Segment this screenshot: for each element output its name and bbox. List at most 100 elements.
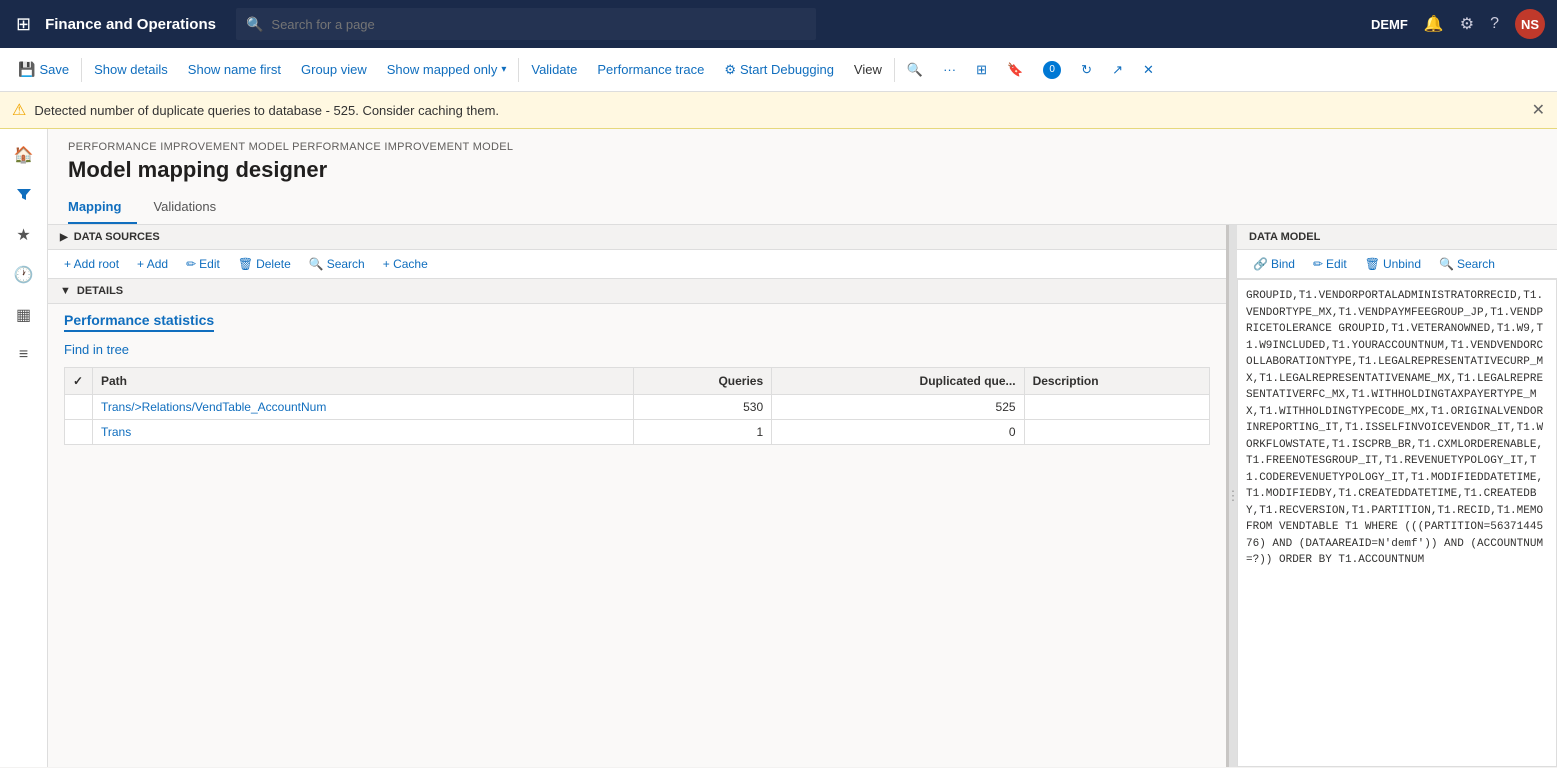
row-duplicated-2: 0 — [772, 420, 1024, 445]
global-search-input[interactable] — [271, 17, 806, 32]
show-name-first-button[interactable]: Show name first — [178, 58, 291, 81]
open-new-button[interactable]: ↗ — [1102, 58, 1133, 82]
edit-button[interactable]: ✏ Edit — [178, 254, 228, 274]
bookmark-button[interactable]: 🔖 — [997, 58, 1033, 82]
more-options-button[interactable]: ··· — [933, 58, 966, 81]
tab-mapping[interactable]: Mapping — [68, 191, 137, 224]
search-toolbar-button[interactable]: 🔍 — [897, 58, 933, 82]
data-model-toolbar: 🔗 Bind ✏ Edit 🗑 Unbind 🔍 Search — [1237, 250, 1557, 279]
search-dm-button[interactable]: 🔍 Search — [1431, 254, 1503, 274]
more-options-icon: ··· — [943, 62, 956, 77]
badge-button[interactable]: 0 — [1033, 57, 1071, 83]
tab-validations[interactable]: Validations — [153, 191, 232, 224]
row-check-2[interactable] — [65, 420, 93, 445]
toolbar-separator — [81, 58, 82, 82]
row-path-2[interactable]: Trans — [93, 420, 634, 445]
details-header[interactable]: ▼ DETAILS — [48, 279, 1226, 304]
search-ds-button[interactable]: 🔍 Search — [301, 254, 373, 274]
view-button[interactable]: View — [844, 58, 892, 81]
show-details-button[interactable]: Show details — [84, 58, 178, 81]
sidebar-item-home[interactable]: 🏠 — [6, 137, 42, 173]
row-path-1[interactable]: Trans/>Relations/VendTable_AccountNum — [93, 395, 634, 420]
global-search-bar[interactable]: 🔍 — [236, 8, 816, 40]
performance-table: ✓ Path Queries Duplicated que... Descrip… — [64, 367, 1210, 445]
environment-label: DEMF — [1371, 17, 1408, 32]
split-pane: ▶ DATA SOURCES + Add root + Add ✏ Edit 🗑… — [48, 225, 1557, 767]
settings-icon[interactable]: ⚙ — [1460, 14, 1474, 34]
link-icon: 🔗 — [1253, 257, 1268, 271]
left-sidebar: 🏠 ★ 🕐 ▦ ≡ — [0, 129, 48, 767]
details-arrow-icon: ▼ — [60, 285, 71, 297]
bind-button[interactable]: 🔗 Bind — [1245, 254, 1303, 274]
unbind-button[interactable]: 🗑 Unbind — [1357, 254, 1429, 274]
edit-dm-icon: ✏ — [1313, 257, 1323, 271]
row-desc-2 — [1024, 420, 1209, 445]
close-button[interactable]: ✕ — [1133, 58, 1164, 82]
expand-arrow-icon: ▶ — [60, 232, 68, 243]
data-sources-title: DATA SOURCES — [74, 231, 160, 243]
col-header-description: Description — [1024, 368, 1209, 395]
toolbar-separator-3 — [894, 58, 895, 82]
alert-banner: ⚠ Detected number of duplicate queries t… — [0, 92, 1557, 129]
performance-trace-button[interactable]: Performance trace — [587, 58, 714, 81]
datasources-toolbar: + Add root + Add ✏ Edit 🗑 Delete 🔍 Searc… — [48, 250, 1226, 279]
refresh-button[interactable]: ↻ — [1071, 58, 1102, 82]
details-section: ▼ DETAILS Performance statistics Find in… — [48, 279, 1226, 767]
edit-dm-button[interactable]: ✏ Edit — [1305, 254, 1355, 274]
search-dm-icon: 🔍 — [1439, 257, 1454, 271]
row-duplicated-1: 525 — [772, 395, 1024, 420]
show-mapped-only-button[interactable]: Show mapped only ▾ — [377, 58, 517, 81]
details-inner: Performance statistics Find in tree ✓ Pa… — [48, 304, 1226, 453]
table-row: Trans/>Relations/VendTable_AccountNum 53… — [65, 395, 1210, 420]
find-in-tree-link[interactable]: Find in tree — [64, 342, 129, 357]
refresh-icon: ↻ — [1081, 62, 1092, 78]
sidebar-item-table[interactable]: ▦ — [6, 297, 42, 333]
add-button[interactable]: + Add — [129, 254, 176, 274]
save-icon: 💾 — [18, 61, 35, 78]
bookmark-icon: 🔖 — [1007, 62, 1023, 78]
add-root-button[interactable]: + Add root — [56, 254, 127, 274]
edit-icon: ✏ — [186, 257, 196, 271]
notification-icon[interactable]: 🔔 — [1424, 14, 1444, 34]
sidebar-item-star[interactable]: ★ — [6, 217, 42, 253]
row-queries-1: 530 — [634, 395, 772, 420]
sql-text-panel: GROUPID,T1.VENDORPORTALADMINISTRATORRECI… — [1237, 279, 1557, 767]
delete-button[interactable]: 🗑 Delete — [230, 254, 299, 274]
alert-message: Detected number of duplicate queries to … — [34, 103, 499, 118]
search-icon: 🔍 — [246, 16, 263, 33]
row-queries-2: 1 — [634, 420, 772, 445]
col-header-duplicated: Duplicated que... — [772, 368, 1024, 395]
row-check-1[interactable] — [65, 395, 93, 420]
start-debugging-button[interactable]: ⚙ Start Debugging — [714, 58, 844, 82]
main-layout: 🏠 ★ 🕐 ▦ ≡ PERFORMANCE IMPROVEMENT MODEL … — [0, 129, 1557, 767]
validate-button[interactable]: Validate — [521, 58, 587, 81]
alert-close-button[interactable]: ✕ — [1532, 100, 1545, 120]
sidebar-item-clock[interactable]: 🕐 — [6, 257, 42, 293]
left-panel: ▶ DATA SOURCES + Add root + Add ✏ Edit 🗑… — [48, 225, 1229, 767]
grid-toolbar-button[interactable]: ⊞ — [966, 58, 997, 82]
help-icon[interactable]: ? — [1490, 15, 1499, 33]
performance-statistics-tab[interactable]: Performance statistics — [64, 312, 214, 332]
debug-icon: ⚙ — [724, 62, 736, 78]
col-header-check: ✓ — [65, 368, 93, 395]
content-area: PERFORMANCE IMPROVEMENT MODEL PERFORMANC… — [48, 129, 1557, 767]
grid-icon[interactable]: ⊞ — [12, 10, 35, 39]
cache-button[interactable]: + Cache — [375, 254, 436, 274]
search-toolbar-icon: 🔍 — [907, 62, 923, 78]
col-header-queries: Queries — [634, 368, 772, 395]
dropdown-arrow-icon: ▾ — [501, 64, 506, 75]
tab-bar: Mapping Validations — [48, 191, 1557, 225]
sidebar-item-list[interactable]: ≡ — [6, 337, 42, 373]
vertical-divider[interactable]: ⋮ — [1229, 225, 1237, 767]
search-ds-icon: 🔍 — [309, 257, 324, 271]
avatar[interactable]: NS — [1515, 9, 1545, 39]
save-button[interactable]: 💾 Save — [8, 57, 79, 82]
data-sources-header[interactable]: ▶ DATA SOURCES — [48, 225, 1226, 250]
top-navigation: ⊞ Finance and Operations 🔍 DEMF 🔔 ⚙ ? NS — [0, 0, 1557, 48]
top-right-controls: DEMF 🔔 ⚙ ? NS — [1371, 9, 1545, 39]
table-row: Trans 1 0 — [65, 420, 1210, 445]
main-toolbar: 💾 Save Show details Show name first Grou… — [0, 48, 1557, 92]
toolbar-separator-2 — [518, 58, 519, 82]
sidebar-item-filter[interactable] — [6, 177, 42, 213]
group-view-button[interactable]: Group view — [291, 58, 377, 81]
